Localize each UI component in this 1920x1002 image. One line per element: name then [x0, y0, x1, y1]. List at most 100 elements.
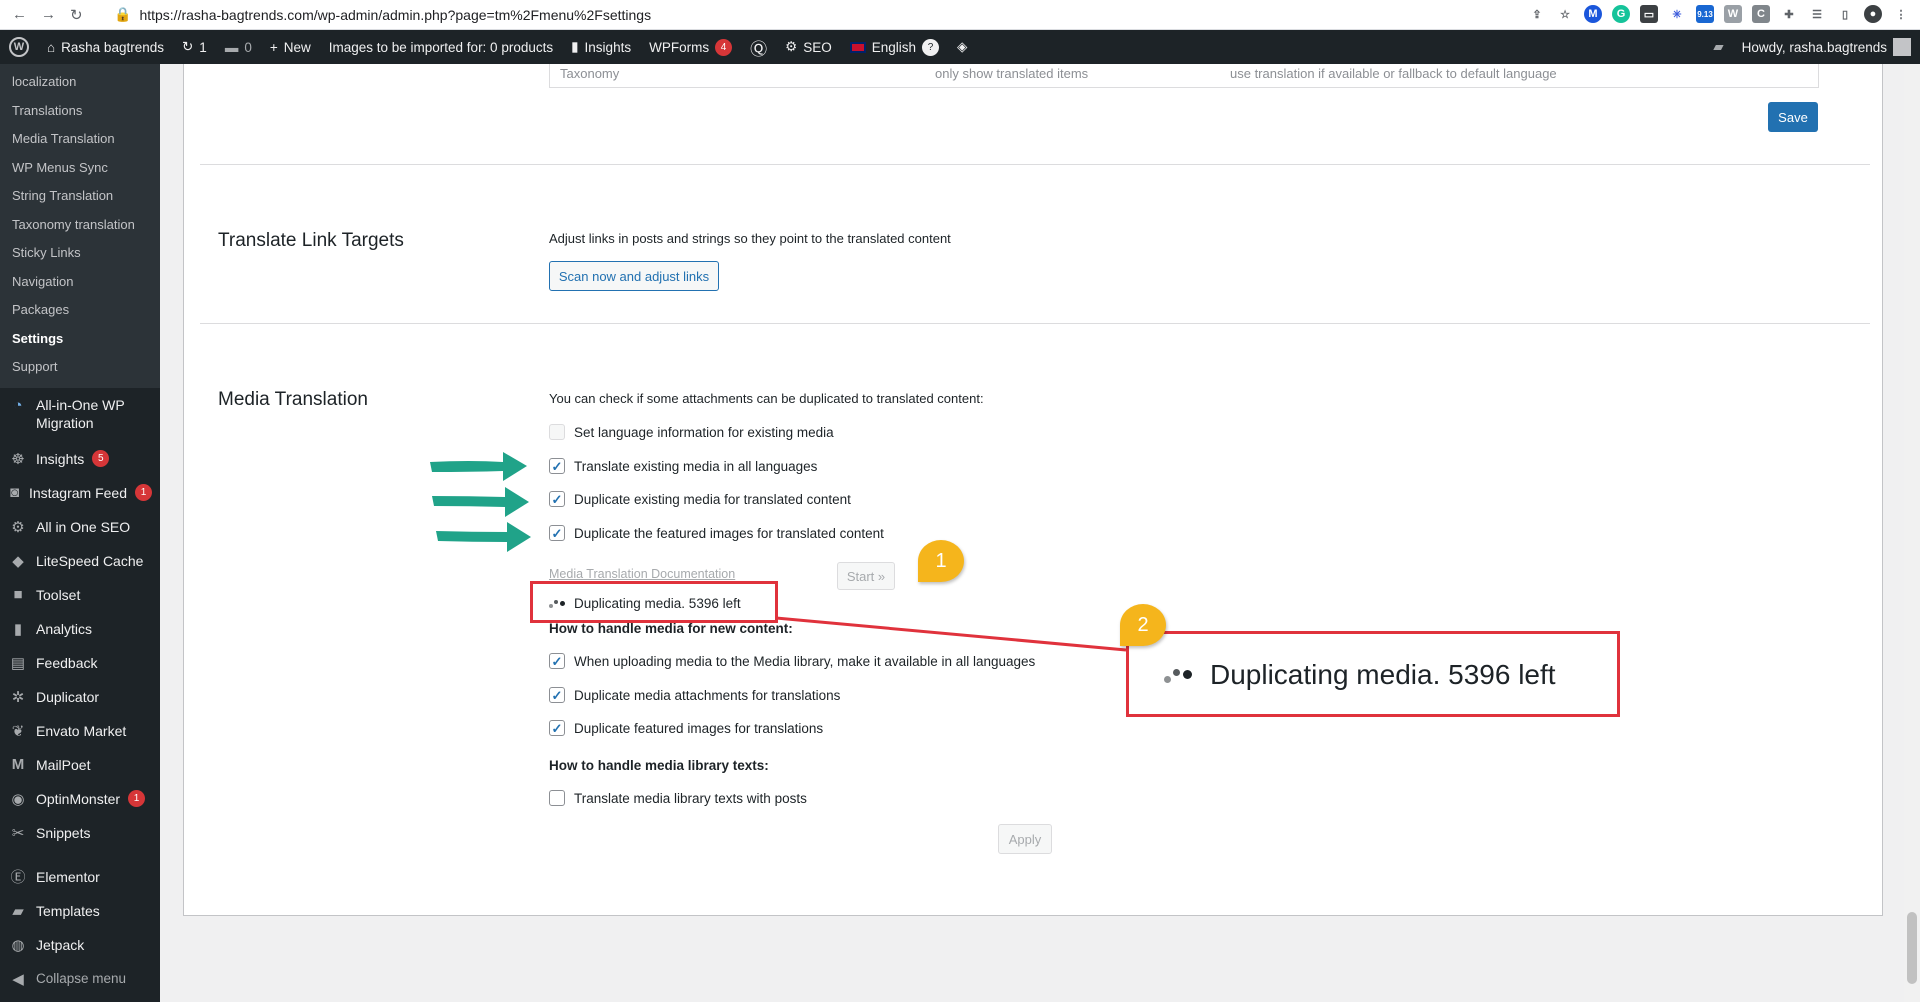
save-button[interactable]: Save [1768, 102, 1818, 132]
submenu-support[interactable]: Support [0, 353, 160, 382]
media-translation-doc-link[interactable]: Media Translation Documentation [549, 567, 735, 581]
menu-mailpoet[interactable]: M MailPoet [0, 748, 160, 782]
menu-label: MailPoet [36, 756, 91, 773]
menu-envato-market[interactable]: ❦ Envato Market [0, 714, 160, 748]
option-duplicate-existing-media[interactable]: ✓ Duplicate existing media for translated… [549, 491, 851, 507]
extension-box-icon[interactable]: ▭ [1640, 5, 1658, 23]
submenu-string-translation[interactable]: String Translation [0, 182, 160, 211]
wpforms-menu[interactable]: WPForms 4 [640, 30, 741, 64]
menu-elementor[interactable]: Ⓔ Elementor [0, 860, 160, 894]
checkbox[interactable] [549, 424, 565, 440]
insights-icon: ☸ [11, 450, 25, 468]
site-name: Rasha bagtrends [61, 39, 164, 55]
extension-m-icon[interactable]: M [1584, 5, 1602, 23]
reading-list-icon[interactable]: ☰ [1808, 5, 1826, 23]
comments-menu[interactable]: ▬ 0 [216, 30, 261, 64]
new-content-menu[interactable]: + New [261, 30, 320, 64]
checkbox-checked[interactable]: ✓ [549, 687, 565, 703]
menu-feedback[interactable]: ▤ Feedback [0, 646, 160, 680]
submenu-packages[interactable]: Packages [0, 296, 160, 325]
help-icon[interactable]: ? [921, 38, 939, 56]
menu-label: OptinMonster [36, 790, 121, 807]
menu-label: Templates [36, 902, 100, 919]
option-duplicate-attachments[interactable]: ✓ Duplicate media attachments for transla… [549, 687, 840, 703]
submenu-wp-menus-sync[interactable]: WP Menus Sync [0, 154, 160, 183]
my-account-menu[interactable]: Howdy, rasha.bagtrends [1733, 30, 1920, 64]
submenu-navigation[interactable]: Navigation [0, 268, 160, 297]
option-translate-existing-media[interactable]: ✓ Translate existing media in all languag… [549, 458, 817, 474]
extension-c-icon[interactable]: C [1752, 5, 1770, 23]
submenu-sticky-links[interactable]: Sticky Links [0, 239, 160, 268]
url-text[interactable]: https://rasha-bagtrends.com/wp-admin/adm… [139, 7, 651, 23]
scrollbar-thumb[interactable] [1907, 912, 1917, 984]
images-import-label: Images to be imported for: 0 products [328, 39, 554, 55]
back-icon[interactable]: ← [12, 6, 27, 24]
menu-duplicator[interactable]: ✲ Duplicator [0, 680, 160, 714]
insights-menu[interactable]: ▮ Insights [562, 30, 640, 64]
language-menu[interactable]: English? [841, 30, 948, 64]
quick-menu[interactable]: Ⓠ [741, 30, 776, 64]
menu-all-in-one-migration[interactable]: ◔ All-in-One WP Migration [0, 388, 160, 442]
wp-logo-menu[interactable]: W [0, 30, 38, 64]
toolset-menu[interactable]: ◈ [948, 30, 976, 64]
wpforms-label: WPForms [649, 39, 710, 55]
option-label: Translate media library texts with posts [574, 790, 807, 806]
menu-litespeed-cache[interactable]: ◆ LiteSpeed Cache [0, 544, 160, 578]
apply-button[interactable]: Apply [998, 824, 1052, 854]
kebab-menu-icon[interactable]: ⋮ [1892, 5, 1910, 23]
option-duplicate-featured[interactable]: ✓ Duplicate featured images for translati… [549, 720, 823, 736]
menu-templates[interactable]: ▰ Templates [0, 894, 160, 928]
extension-w-icon[interactable]: W [1724, 5, 1742, 23]
menu-all-in-one-seo[interactable]: ⚙ All in One SEO [0, 510, 160, 544]
scan-adjust-links-button[interactable]: Scan now and adjust links [549, 261, 719, 291]
browser-toolbar: ← → ↻ 🔒 https://rasha-bagtrends.com/wp-a… [0, 0, 1920, 30]
home-icon: ⌂ [47, 39, 56, 55]
option-set-language-info[interactable]: Set language information for existing me… [549, 424, 834, 440]
updates-menu[interactable]: ↻ 1 [173, 30, 216, 64]
menu-snippets[interactable]: ✂ Snippets [0, 816, 160, 850]
checkbox-checked[interactable]: ✓ [549, 525, 565, 541]
option-label: Translate existing media in all language… [574, 458, 818, 474]
address-bar[interactable]: 🔒 https://rasha-bagtrends.com/wp-admin/a… [114, 6, 651, 23]
migration-icon: ◔ [13, 397, 23, 414]
checkbox-checked[interactable]: ✓ [549, 458, 565, 474]
checkbox-checked[interactable]: ✓ [549, 720, 565, 736]
menu-instagram-feed[interactable]: ◙ Instagram Feed 1 [0, 476, 160, 510]
notifications-menu[interactable]: ▰ [1704, 30, 1732, 64]
profile-icon[interactable]: ● [1864, 5, 1882, 23]
option-translate-library-texts[interactable]: Translate media library texts with posts [549, 790, 807, 806]
reload-icon[interactable]: ↻ [70, 6, 83, 24]
submenu-media-translation[interactable]: Media Translation [0, 125, 160, 154]
puzzle-icon[interactable]: ✚ [1780, 5, 1798, 23]
page-scrollbar[interactable] [1904, 64, 1920, 1002]
speech-bubble-icon: ▰ [1713, 39, 1724, 54]
option-upload-all-languages[interactable]: ✓ When uploading media to the Media libra… [549, 653, 1035, 669]
seo-menu[interactable]: ⚙ SEO [776, 30, 841, 64]
menu-label: Envato Market [36, 722, 127, 739]
submenu-localization[interactable]: localization [0, 68, 160, 97]
checkbox[interactable] [549, 790, 565, 806]
menu-analytics[interactable]: ▮ Analytics [0, 612, 160, 646]
checkbox-checked[interactable]: ✓ [549, 491, 565, 507]
submenu-translations[interactable]: Translations [0, 97, 160, 126]
submenu-settings[interactable]: Settings [0, 325, 160, 354]
menu-jetpack[interactable]: ◍ Jetpack [0, 928, 160, 962]
checkbox-checked[interactable]: ✓ [549, 653, 565, 669]
share-icon[interactable]: ⇪ [1528, 5, 1546, 23]
star-icon[interactable]: ☆ [1556, 5, 1574, 23]
option-duplicate-featured-images[interactable]: ✓ Duplicate the featured images for trans… [549, 525, 884, 541]
menu-insights[interactable]: ☸ Insights 5 [0, 442, 160, 476]
menu-toolset[interactable]: ■ Toolset [0, 578, 160, 612]
submenu-taxonomy-translation[interactable]: Taxonomy translation [0, 211, 160, 240]
sidepanel-icon[interactable]: ▯ [1836, 5, 1854, 23]
menu-optinmonster[interactable]: ◉ OptinMonster 1 [0, 782, 160, 816]
collapse-menu-button[interactable]: ◀ Collapse menu [0, 962, 160, 996]
comment-icon: ▬ [224, 39, 239, 55]
start-button[interactable]: Start » [837, 562, 895, 590]
extension-sun-icon[interactable]: ✳ [1668, 5, 1686, 23]
extension-badge-icon[interactable]: 9.13 [1696, 5, 1714, 23]
images-import-menu[interactable]: Images to be imported for: 0 products [320, 30, 562, 64]
grammarly-icon[interactable]: G [1612, 5, 1630, 23]
site-name-menu[interactable]: ⌂ Rasha bagtrends [38, 30, 173, 64]
forward-icon[interactable]: → [41, 6, 56, 24]
